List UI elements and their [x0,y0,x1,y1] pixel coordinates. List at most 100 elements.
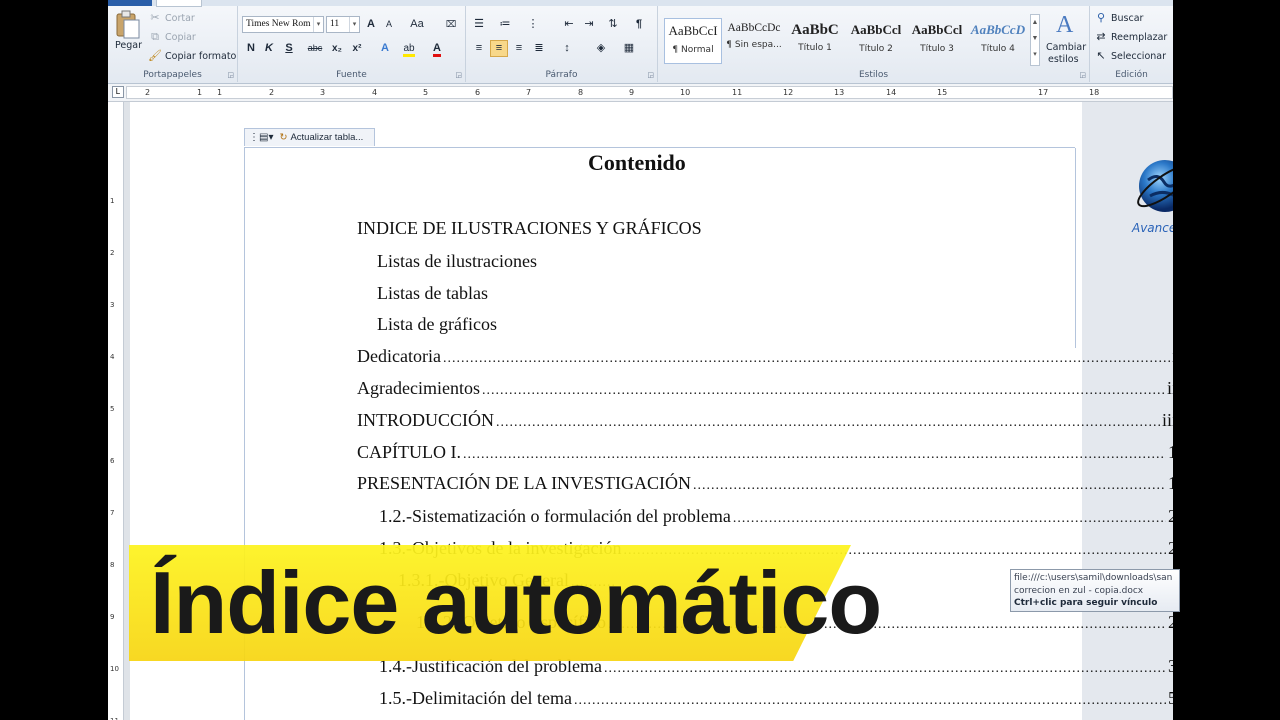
ruler-number: 6 [475,88,481,97]
tab-selector-icon[interactable]: L [112,86,124,98]
shrink-font-button[interactable]: A [380,16,398,33]
highlight-icon[interactable]: ab [400,40,418,57]
font-launcher-icon[interactable]: ◲ [455,71,462,79]
style-normal[interactable]: AaBbCcI ¶ Normal [664,18,722,64]
toc-entry[interactable]: Lista de gráficos [377,314,497,335]
bold-button[interactable]: N [242,40,260,57]
styles-group-label: Estilos [858,70,889,80]
italic-button[interactable]: K [260,40,278,57]
clear-formatting-icon[interactable]: ⌧ [442,16,460,33]
toc-entry[interactable]: 1.2.-Sistematización o formulación del p… [379,506,1173,527]
ruler-number: 3 [320,88,326,97]
clipboard-launcher-icon[interactable]: ◲ [227,71,234,79]
cut-button[interactable]: ✂ Cortar [148,11,194,25]
toc-entry-text: Dedicatoria [357,346,441,366]
toc-entry[interactable]: Listas de ilustraciones [377,251,537,272]
styles-launcher-icon[interactable]: ◲ [1079,71,1086,79]
toc-entry-text: Listas de tablas [377,283,488,303]
toc-entry[interactable]: Dedicatoria i [357,346,1173,367]
toc-leader-dots [463,442,1166,463]
strikethrough-button[interactable]: abc [304,40,326,57]
paragraph-launcher-icon[interactable]: ◲ [647,71,654,79]
toc-entry-page: 2 [1168,506,1173,526]
toc-entry[interactable]: CAPÍTULO I. 1 [357,442,1173,463]
format-painter-button[interactable]: 🖌 Copiar formato [148,49,236,63]
toc-leader-dots [496,410,1160,431]
paste-icon[interactable] [114,10,142,40]
toc-entry[interactable]: INTRODUCCIÓN iii [357,410,1173,431]
style-no-spacing[interactable]: AaBbCcDc ¶ Sin espa... [725,18,783,64]
style-heading-1[interactable]: AaBbC Título 1 [786,18,844,64]
change-styles-label[interactable]: Cambiar [1046,42,1086,53]
styles-scroll[interactable]: ▲ ▼ ▾ [1030,14,1040,66]
font-size-combo[interactable]: 11 ▾ [326,16,360,33]
toc-menu-icon[interactable]: ⋮▤▾ [249,132,273,143]
editing-group-label: Edición [1115,70,1148,80]
styles-group: AaBbCcI ¶ Normal AaBbCcDc ¶ Sin espa... Aa… [658,6,1090,82]
toc-entry[interactable]: INDICE DE ILUSTRACIONES Y GRÁFICOS [357,218,702,239]
toc-leader-dots [443,346,1170,367]
paragraph-group: ☰ ≔ ⋮ ⇤ ⇥ ⇅ ¶ ≡ ≡ ≡ ≣ ↕ ◈ ▦ Párrafo ◲ [466,6,658,82]
sort-icon[interactable]: ⇅ [604,16,622,33]
style-heading-2[interactable]: AaBbCcl Título 2 [847,18,905,64]
underline-button[interactable]: S [280,40,298,57]
borders-icon[interactable]: ▦ [620,40,638,57]
decrease-indent-icon[interactable]: ⇤ [560,16,578,33]
font-family-combo[interactable]: Times New Rom ▾ [242,16,324,33]
toc-entry-page: ii [1166,378,1173,398]
toc-leader-dots [482,378,1165,399]
update-table-icon: ↻ [279,132,288,143]
align-center-icon[interactable]: ≡ [490,40,508,57]
horizontal-ruler[interactable]: L 2 1 1 2 3 4 5 6 7 8 9 10 11 12 13 14 15 17 18 [108,84,1173,102]
toc-entry[interactable]: Listas de tablas [377,283,488,304]
replace-button[interactable]: ⇄ Reemplazar [1094,30,1167,44]
tooltip-file: correcion en zul - copia.docx [1014,585,1144,596]
multilevel-list-icon[interactable]: ⋮ [524,16,542,33]
numbering-icon[interactable]: ≔ [496,16,514,33]
toc-entry-text: INDICE DE ILUSTRACIONES Y GRÁFICOS [357,218,702,238]
style-heading-3[interactable]: AaBbCcl Título 3 [908,18,966,64]
scissors-icon: ✂ [150,11,160,24]
find-button[interactable]: ⚲ Buscar [1094,11,1143,25]
select-button[interactable]: ↖ Seleccionar [1094,49,1166,63]
paste-button[interactable]: Pegar [115,40,142,51]
update-table-button[interactable]: Actualizar tabla... [290,132,363,143]
justify-icon[interactable]: ≣ [530,40,548,57]
change-styles-label-2[interactable]: estilos [1048,54,1079,65]
ruler-number: 5 [110,405,115,413]
align-left-icon[interactable]: ≡ [470,40,488,57]
show-marks-icon[interactable]: ¶ [630,16,648,33]
change-styles-icon[interactable]: A [1056,12,1073,39]
toc-control-tab[interactable]: ⋮▤▾ ↻ Actualizar tabla... [244,128,375,146]
style-preview: AaBbC [791,22,839,38]
align-right-icon[interactable]: ≡ [510,40,528,57]
shading-icon[interactable]: ◈ [592,40,610,57]
hyperlink-tooltip: file:///c:\users\samil\downloads\san cor… [1010,569,1180,612]
copy-button[interactable]: ⧉ Copiar [148,30,196,44]
change-case-button[interactable]: Aa [404,16,430,33]
style-preview: AaBbCcDc [727,22,781,34]
style-heading-4[interactable]: AaBbCcD Título 4 [969,18,1027,64]
ruler-number: 8 [578,88,584,97]
text-effects-icon[interactable]: A [376,40,394,57]
grow-font-button[interactable]: A [362,16,380,33]
ruler-track: 2 1 1 2 3 4 5 6 7 8 9 10 11 12 13 14 15 17 18 [126,86,1173,99]
ruler-number: 9 [110,613,115,621]
increase-indent-icon[interactable]: ⇥ [580,16,598,33]
toc-entry-text: 1.5.-Delimitación del tema [379,688,572,708]
ruler-number: 4 [110,353,115,361]
toc-entry-page: 1 [1168,473,1173,493]
vertical-ruler[interactable]: 1234567891011 [108,102,124,720]
superscript-button[interactable]: x² [348,40,366,57]
toc-entry[interactable]: Agradecimientos ii [357,378,1173,399]
toc-entry-text: INTRODUCCIÓN [357,410,494,430]
ruler-number: 1 [110,197,115,205]
style-preview: AaBbCcI [668,23,718,38]
style-name: Título 3 [920,44,954,54]
line-spacing-icon[interactable]: ↕ [558,40,576,57]
bullets-icon[interactable]: ☰ [470,16,488,33]
font-color-icon[interactable]: A [428,40,446,57]
toc-entry[interactable]: 1.5.-Delimitación del tema 5 [379,688,1173,709]
toc-entry[interactable]: PRESENTACIÓN DE LA INVESTIGACIÓN 1 [357,473,1173,494]
subscript-button[interactable]: x₂ [328,40,346,57]
